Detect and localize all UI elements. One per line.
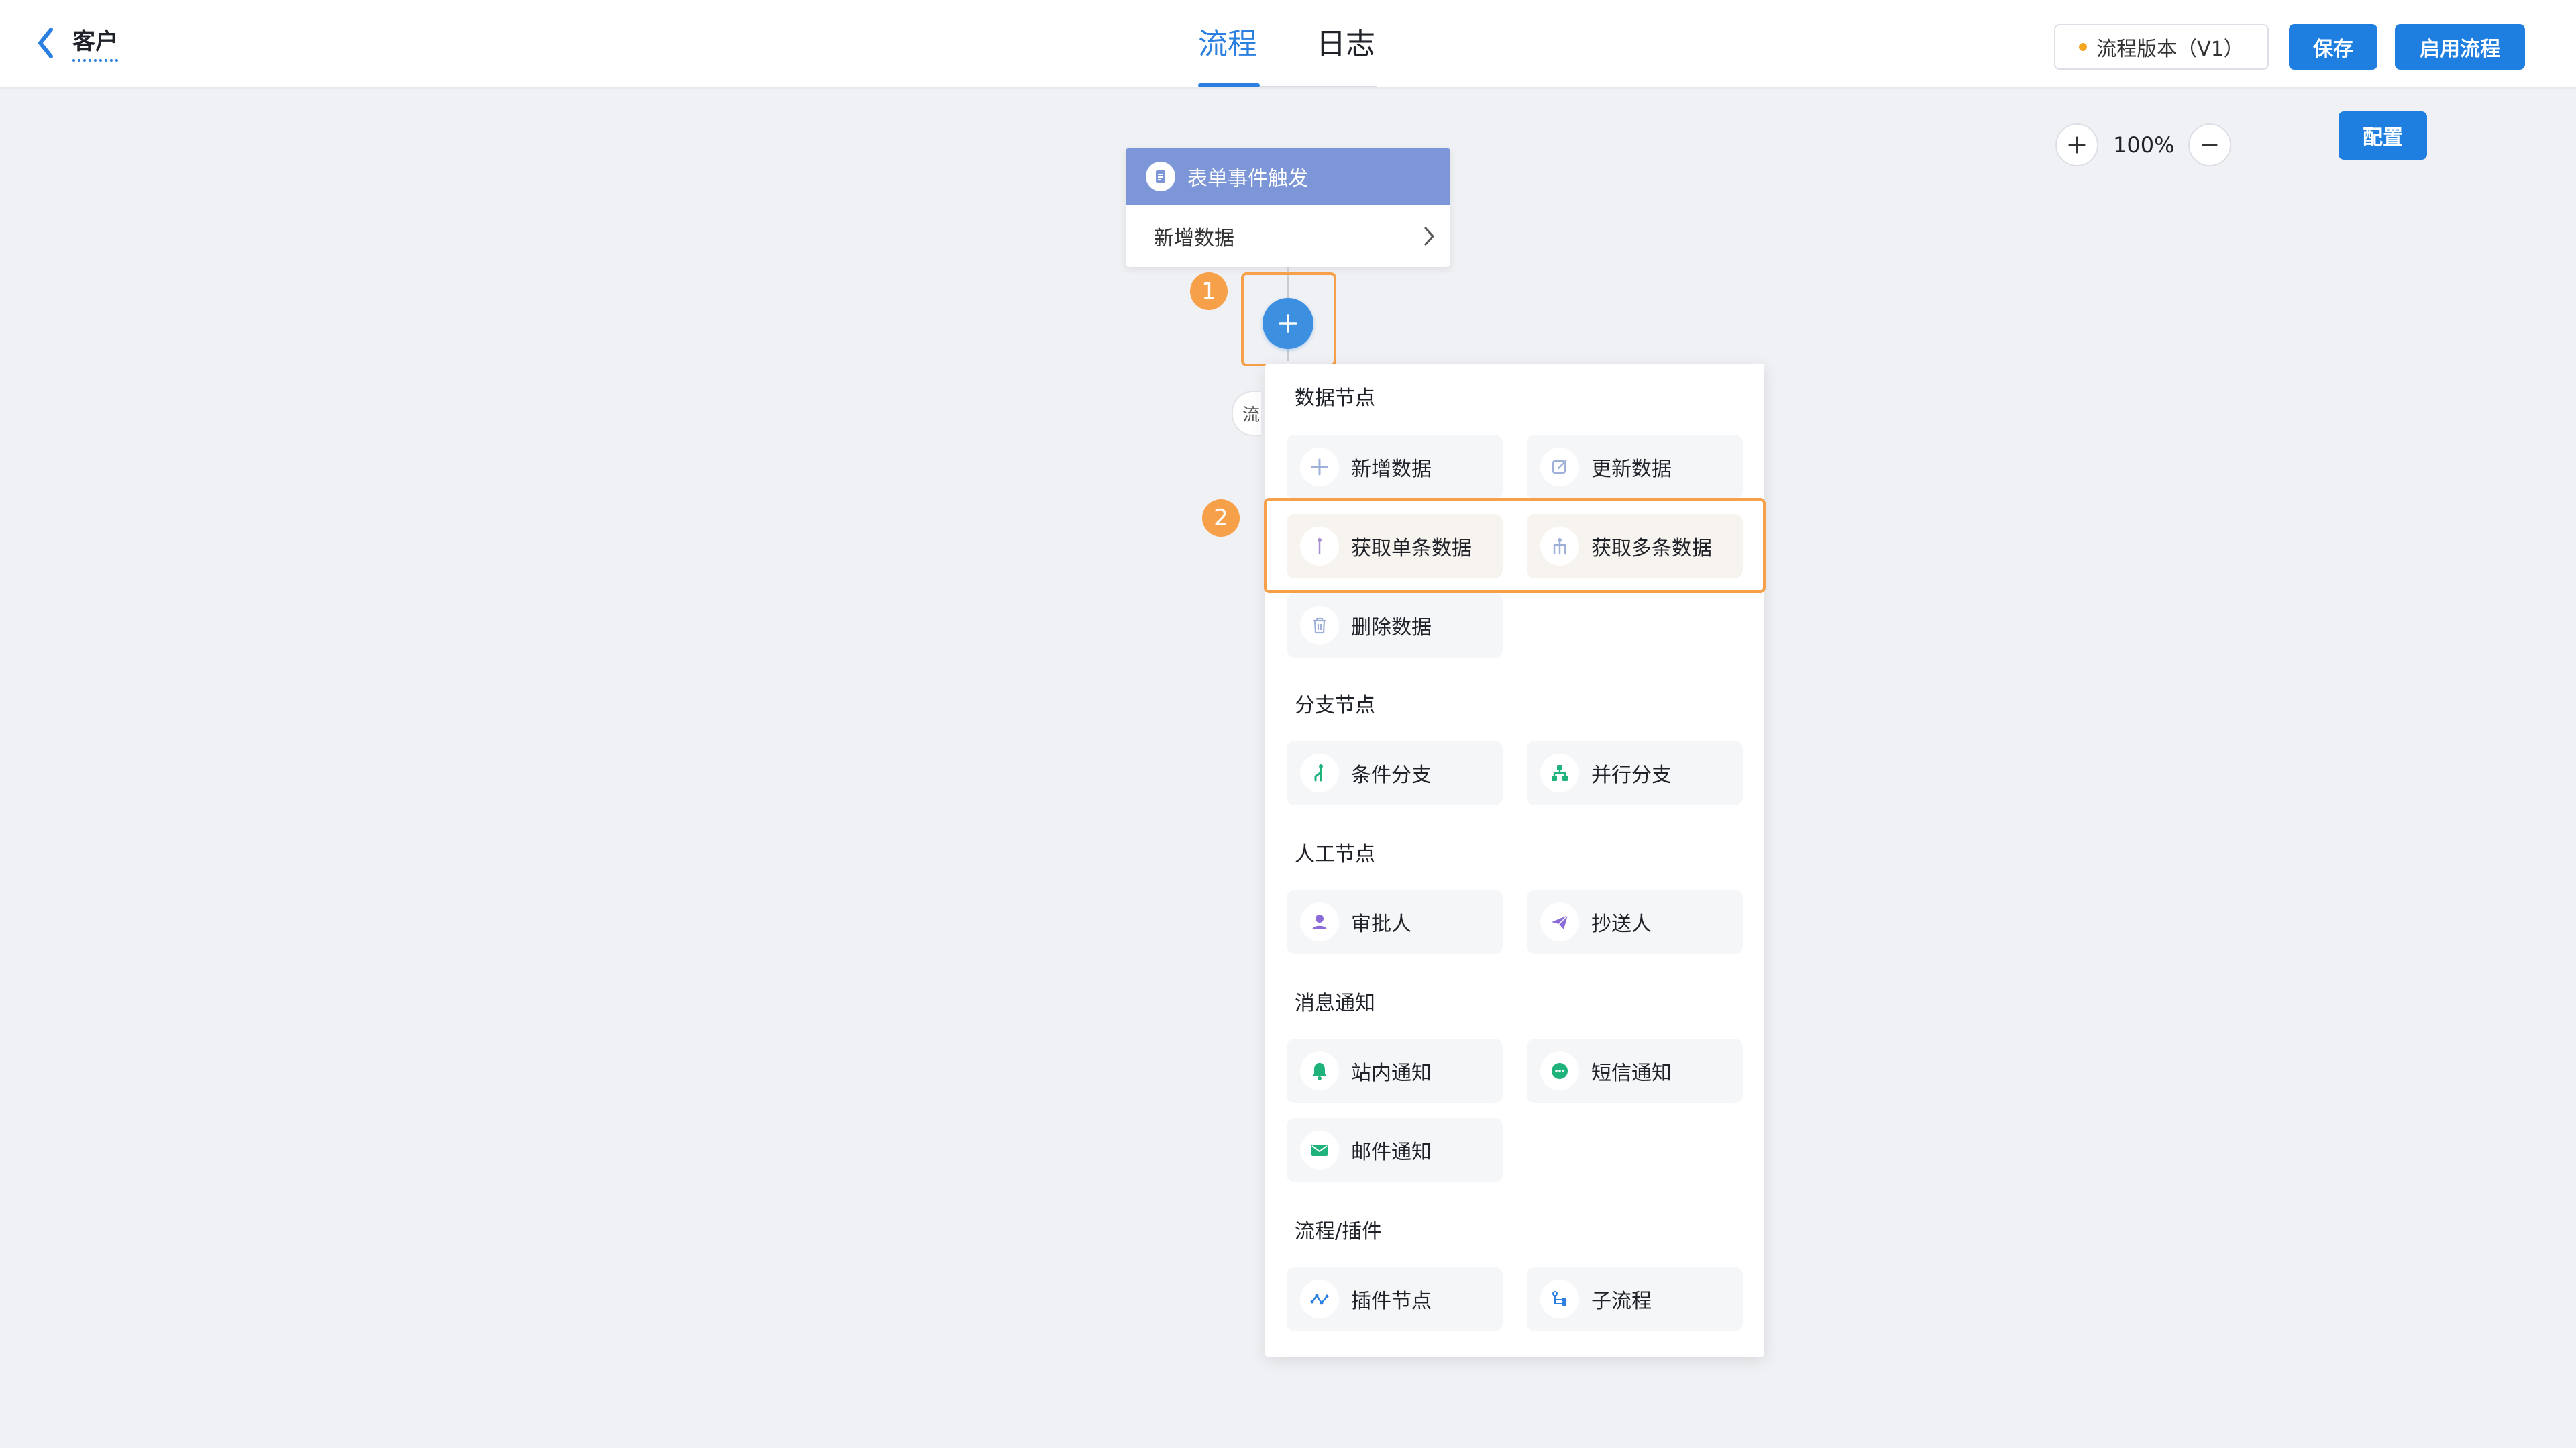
person-icon <box>1300 902 1339 941</box>
node-item-label: 删除数据 <box>1351 616 1432 639</box>
minus-icon <box>2202 144 2218 146</box>
zoom-in-button[interactable] <box>2055 123 2098 166</box>
node-item-label: 子流程 <box>1591 1290 1652 1313</box>
bell-icon <box>1300 1051 1339 1090</box>
node-item-delete-data[interactable]: 删除数据 <box>1287 593 1503 658</box>
trigger-event: 新增数据 <box>1154 227 1234 250</box>
node-item-label: 更新数据 <box>1591 458 1672 481</box>
node-item-label: 插件节点 <box>1351 1290 1432 1313</box>
chevron-right-icon <box>1424 227 1434 246</box>
zoom-out-button[interactable] <box>2188 123 2231 166</box>
node-item-label: 获取单条数据 <box>1351 537 1472 560</box>
node-item-plugin[interactable]: 插件节点 <box>1287 1267 1503 1331</box>
node-item-subflow[interactable]: 子流程 <box>1527 1267 1743 1331</box>
trash-icon <box>1300 606 1339 645</box>
section-title-notify: 消息通知 <box>1295 992 1375 1015</box>
node-item-inbox-notify[interactable]: 站内通知 <box>1287 1039 1503 1103</box>
single-record-icon <box>1300 527 1339 566</box>
node-item-label: 获取多条数据 <box>1591 537 1712 560</box>
node-item-get-multiple-data[interactable]: 获取多条数据 <box>1527 514 1743 578</box>
plugin-icon <box>1300 1280 1339 1318</box>
trigger-header: 表单事件触发 <box>1126 148 1450 205</box>
node-item-email-notify[interactable]: 邮件通知 <box>1287 1118 1503 1182</box>
config-button[interactable]: 配置 <box>2339 111 2427 160</box>
node-item-parallel-branch[interactable]: 并行分支 <box>1527 741 1743 805</box>
node-item-label: 条件分支 <box>1351 764 1432 787</box>
node-item-label: 抄送人 <box>1591 913 1652 936</box>
node-item-update-data[interactable]: 更新数据 <box>1527 435 1743 499</box>
tab-flow[interactable]: 流程 <box>1198 24 1257 64</box>
node-item-add-data[interactable]: 新增数据 <box>1287 435 1503 499</box>
condition-branch-icon <box>1300 754 1339 792</box>
multi-record-icon <box>1540 527 1579 566</box>
form-icon <box>1146 162 1175 191</box>
node-item-label: 并行分支 <box>1591 764 1672 787</box>
send-icon <box>1540 902 1579 941</box>
chevron-left-icon <box>38 28 53 58</box>
chat-bubble-icon <box>1540 1051 1579 1090</box>
partially-hidden-chip[interactable]: 流 <box>1232 391 1261 436</box>
node-item-label: 站内通知 <box>1351 1062 1432 1085</box>
step-badge-1: 1 <box>1190 272 1228 310</box>
section-title-branch: 分支节点 <box>1295 694 1375 717</box>
version-selector[interactable]: 流程版本（V1） <box>2054 24 2269 70</box>
node-item-get-single-data[interactable]: 获取单条数据 <box>1287 514 1503 578</box>
trigger-title: 表单事件触发 <box>1187 167 1308 191</box>
node-item-label: 短信通知 <box>1591 1062 1672 1085</box>
active-tab-indicator <box>1198 83 1260 87</box>
node-item-label: 审批人 <box>1351 913 1411 936</box>
edit-icon <box>1540 448 1579 486</box>
version-label: 流程版本（V1） <box>2096 38 2244 61</box>
back-button[interactable] <box>32 24 59 62</box>
tab-divider <box>1260 86 1377 87</box>
plus-icon <box>2068 136 2086 154</box>
section-title-flow-plugin: 流程/插件 <box>1295 1220 1383 1243</box>
trigger-body[interactable]: 新增数据 <box>1126 205 1450 267</box>
zoom-level: 100% <box>2113 132 2175 158</box>
save-button[interactable]: 保存 <box>2289 24 2377 70</box>
version-status-dot <box>2079 43 2088 51</box>
node-item-label: 邮件通知 <box>1351 1141 1432 1164</box>
tab-log[interactable]: 日志 <box>1316 24 1375 64</box>
enable-flow-button[interactable]: 启用流程 <box>2395 24 2525 70</box>
section-title-data: 数据节点 <box>1295 386 1375 410</box>
section-title-manual: 人工节点 <box>1295 843 1375 866</box>
node-item-label: 新增数据 <box>1351 458 1432 481</box>
step-badge-2: 2 <box>1202 499 1240 537</box>
node-item-approver[interactable]: 审批人 <box>1287 890 1503 954</box>
node-item-cc[interactable]: 抄送人 <box>1527 890 1743 954</box>
plus-icon <box>1279 314 1297 333</box>
plus-icon <box>1300 448 1339 486</box>
trigger-node[interactable]: 表单事件触发 新增数据 <box>1126 148 1450 267</box>
top-header: 客户 流程 日志 流程版本（V1） 保存 启用流程 <box>0 0 2576 89</box>
node-picker-panel: 数据节点 新增数据 更新数据 获取单条数据 获取多条数据 删除数据 分支节点 条… <box>1265 364 1764 1357</box>
parallel-branch-icon <box>1540 754 1579 792</box>
app-title[interactable]: 客户 <box>72 28 118 62</box>
node-item-condition-branch[interactable]: 条件分支 <box>1287 741 1503 805</box>
add-node-button[interactable] <box>1263 298 1313 349</box>
node-item-sms-notify[interactable]: 短信通知 <box>1527 1039 1743 1103</box>
subflow-icon <box>1540 1280 1579 1318</box>
mail-icon <box>1300 1131 1339 1170</box>
